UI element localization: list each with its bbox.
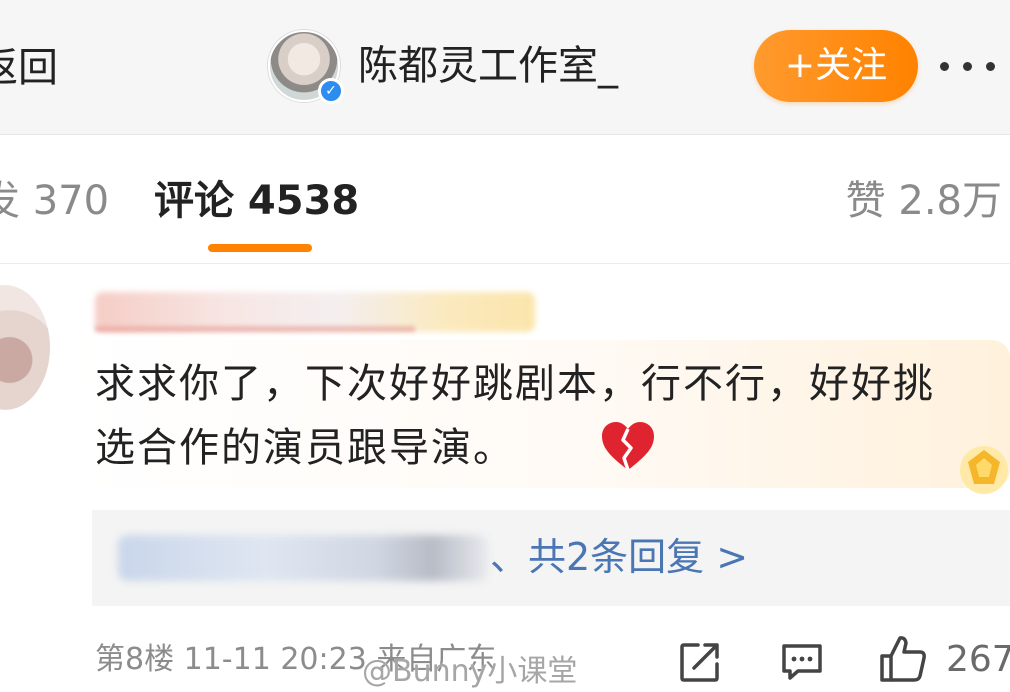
back-button[interactable]: 返回 xyxy=(0,42,58,94)
active-tab-indicator xyxy=(208,244,312,252)
replier-names-blurred xyxy=(118,535,488,581)
fan-medal-icon xyxy=(960,446,1008,494)
follow-button[interactable]: +关注 xyxy=(754,30,918,102)
commenter-name-underline xyxy=(95,326,415,332)
dot-icon xyxy=(986,61,995,71)
tab-reposts[interactable]: 发 370 xyxy=(0,176,109,226)
verified-icon: ✓ xyxy=(318,78,344,104)
dot-icon xyxy=(940,61,949,71)
broken-heart-icon xyxy=(602,422,654,471)
post-tabs: 发 370 评论 4538 赞 2.8万 xyxy=(0,136,1010,264)
dot-icon xyxy=(963,61,972,71)
account-name[interactable]: 陈都灵工作室_ xyxy=(358,40,618,92)
comment-icon[interactable] xyxy=(780,642,824,682)
top-navigation-bar: 返回 ✓ 陈都灵工作室_ +关注 xyxy=(0,0,1010,135)
like-count: 267 xyxy=(946,639,1010,680)
thumbs-up-icon[interactable] xyxy=(878,634,928,684)
more-options-icon[interactable] xyxy=(940,40,1010,92)
view-replies-link[interactable]: 、共2条回复 > xyxy=(490,530,748,584)
tab-comments[interactable]: 评论 4538 xyxy=(154,176,359,226)
tab-likes[interactable]: 赞 2.8万 xyxy=(846,176,1002,226)
commenter-avatar[interactable] xyxy=(0,285,50,410)
comment-text: 求求你了，下次好好跳剧本，行不行，好好挑选合作的演员跟导演。 xyxy=(95,361,935,471)
watermark: @Bunny小课堂 xyxy=(362,654,578,689)
share-icon[interactable] xyxy=(678,640,722,684)
